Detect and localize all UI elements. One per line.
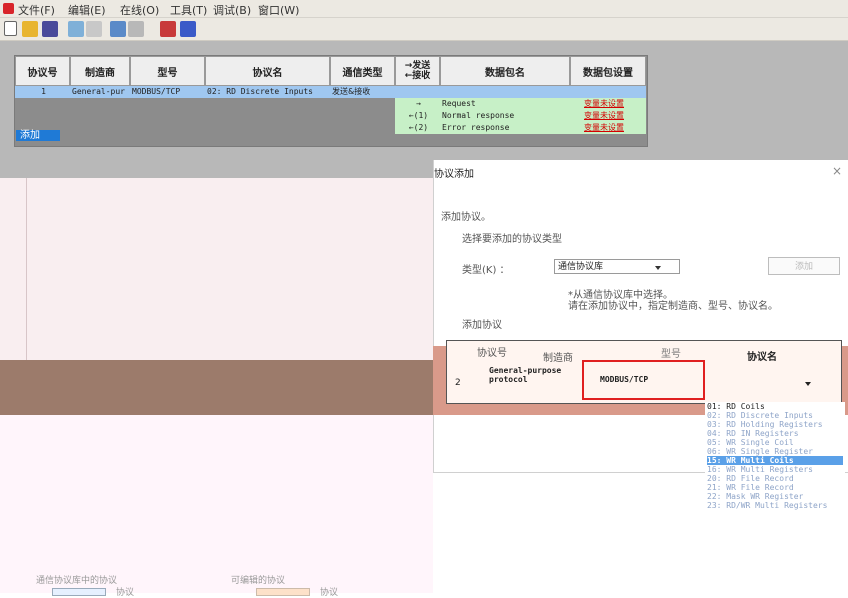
library-swatch-label: 协议	[116, 588, 135, 598]
chevron-down-icon	[655, 266, 661, 270]
dialog-header-manufacturer: 制造商	[543, 353, 573, 364]
row-model[interactable]: MODBUS/TCP	[130, 86, 205, 98]
dropdown-item[interactable]: 05: WR Single Coil	[707, 438, 794, 447]
header-packet-setting: 数据包设置	[570, 56, 646, 86]
manufacturer-line-1: General-purpose	[489, 366, 562, 375]
panel-divider	[26, 178, 27, 360]
dropdown-item[interactable]: 21: WR File Record	[707, 483, 794, 492]
packet-setting-link[interactable]: 变量未设置	[570, 122, 646, 134]
protocol-name-combo[interactable]	[708, 366, 841, 396]
editable-protocol-legend: 可编辑的协议	[231, 576, 286, 586]
library-swatch	[52, 588, 106, 596]
dialog-note-2: 请在添加协议中，指定制造商、型号、协议名。	[568, 301, 778, 312]
bottom-panel	[0, 415, 433, 593]
dialog-heading: 添加协议。	[441, 212, 491, 223]
header-comm-type: 通信类型	[330, 56, 395, 86]
dropdown-item[interactable]: 22: Mask WR Register	[707, 492, 803, 501]
add-button[interactable]: 添加	[768, 257, 840, 275]
packet-name[interactable]: Error response	[440, 122, 570, 134]
new-file-icon[interactable]	[4, 21, 17, 36]
editable-swatch	[256, 588, 310, 596]
dialog-header-model: 型号	[661, 349, 681, 360]
packet-direction: ←(2)	[395, 122, 440, 134]
row-comm-type[interactable]: 发送&接收	[330, 86, 395, 98]
chevron-down-icon[interactable]	[805, 382, 811, 386]
toolbar	[0, 18, 848, 41]
menu-bar: 文件(F) 编辑(E) 在线(O) 工具(T) 调试(B) 窗口(W)	[0, 0, 848, 18]
dropdown-item[interactable]: 06: WR Single Register	[707, 447, 813, 456]
app-icon	[3, 3, 14, 14]
packet-direction: →	[395, 98, 440, 110]
packet-name[interactable]: Normal response	[440, 110, 570, 122]
dropdown-item[interactable]: 01: RD Coils	[707, 402, 765, 411]
dialog-instruction: 选择要添加的协议类型	[462, 234, 562, 245]
dropdown-item[interactable]: 16: WR Multi Registers	[707, 465, 813, 474]
editable-swatch-label: 协议	[320, 588, 339, 598]
add-protocol-link[interactable]: 添加	[16, 130, 60, 141]
type-select[interactable]: 通信协议库	[554, 259, 680, 274]
save-icon[interactable]	[42, 21, 58, 37]
header-model: 型号	[130, 56, 205, 86]
dialog-row-model[interactable]: MODBUS/TCP	[582, 360, 705, 400]
dialog-title: 协议添加	[434, 169, 474, 180]
dialog-row-manufacturer[interactable]: General-purpose protocol	[489, 366, 561, 384]
dialog-row-no: 2	[455, 378, 461, 388]
row-direction-blank	[395, 86, 646, 98]
protocol-dropdown-list: 01: RD Coils 02: RD Discrete Inputs 03: …	[705, 402, 845, 520]
type-select-value: 通信协议库	[558, 262, 604, 272]
dropdown-item[interactable]: 03: RD Holding Registers	[707, 420, 823, 429]
type-label: 类型(K) ：	[462, 265, 510, 276]
header-protocol-no: 协议号	[15, 56, 70, 86]
cut-icon[interactable]	[68, 21, 84, 37]
library-protocol-legend: 通信协议库中的协议	[36, 576, 118, 586]
menu-debug[interactable]: 调试(B)	[213, 2, 251, 18]
dialog-header-no: 协议号	[477, 348, 507, 359]
menu-window[interactable]: 窗口(W)	[258, 2, 299, 18]
paste-icon[interactable]	[110, 21, 126, 37]
packet-setting-link[interactable]: 变量未设置	[570, 110, 646, 122]
lower-band	[0, 360, 433, 415]
upload-icon[interactable]	[160, 21, 176, 37]
dropdown-item[interactable]: 04: RD IN Registers	[707, 429, 799, 438]
header-packet-name: 数据包名	[440, 56, 570, 86]
open-folder-icon[interactable]	[22, 21, 38, 37]
packet-direction: ←(1)	[395, 110, 440, 122]
dropdown-item-selected[interactable]: 15: WR Multi Coils	[707, 456, 843, 465]
header-protocol-name: 协议名	[205, 56, 330, 86]
manufacturer-line-2: protocol	[489, 375, 528, 384]
menu-tools[interactable]: 工具(T)	[170, 2, 207, 18]
menu-edit[interactable]: 编辑(E)	[68, 2, 106, 18]
print-icon[interactable]	[128, 21, 144, 37]
menu-online[interactable]: 在线(O)	[120, 2, 159, 18]
copy-icon[interactable]	[86, 21, 102, 37]
lower-panel	[0, 178, 433, 360]
download-icon[interactable]	[180, 21, 196, 37]
dropdown-item[interactable]: 23: RD/WR Multi Registers	[707, 501, 827, 510]
close-icon[interactable]: ×	[832, 164, 842, 178]
row-manufacturer[interactable]: General-pur	[70, 86, 130, 98]
packet-name[interactable]: Request	[440, 98, 570, 110]
row-protocol-no[interactable]: 1	[15, 86, 70, 98]
row-protocol-name[interactable]: 02: RD Discrete Inputs	[205, 86, 330, 98]
protocol-table: 协议号 制造商 型号 协议名 通信类型 →发送 ←接收 数据包名 数据包设置 1…	[14, 55, 648, 147]
dropdown-item[interactable]: 20: RD File Record	[707, 474, 794, 483]
add-protocol-section-label: 添加协议	[462, 320, 502, 331]
dialog-header-protocol: 协议名	[747, 352, 777, 363]
header-manufacturer: 制造商	[70, 56, 130, 86]
dropdown-item[interactable]: 02: RD Discrete Inputs	[707, 411, 813, 420]
header-direction: →发送 ←接收	[395, 56, 440, 86]
menu-file[interactable]: 文件(F)	[18, 2, 55, 18]
packet-setting-link[interactable]: 变量未设置	[570, 98, 646, 110]
